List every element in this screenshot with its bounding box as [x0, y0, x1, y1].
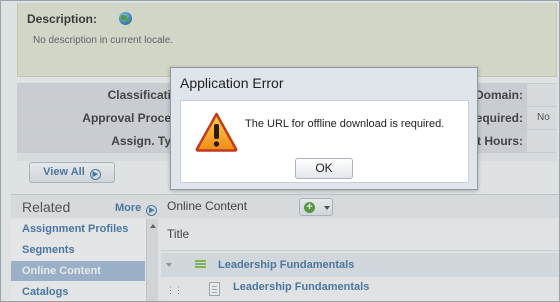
- error-dialog: Application Error The URL for offline do…: [170, 67, 478, 190]
- ok-button[interactable]: OK: [295, 158, 353, 179]
- warning-icon: [195, 112, 238, 152]
- dialog-body: The URL for offline download is required…: [180, 100, 469, 183]
- dialog-message: The URL for offline download is required…: [245, 118, 445, 130]
- application-window: Description: No description in current l…: [0, 0, 560, 302]
- dialog-title: Application Error: [180, 75, 284, 91]
